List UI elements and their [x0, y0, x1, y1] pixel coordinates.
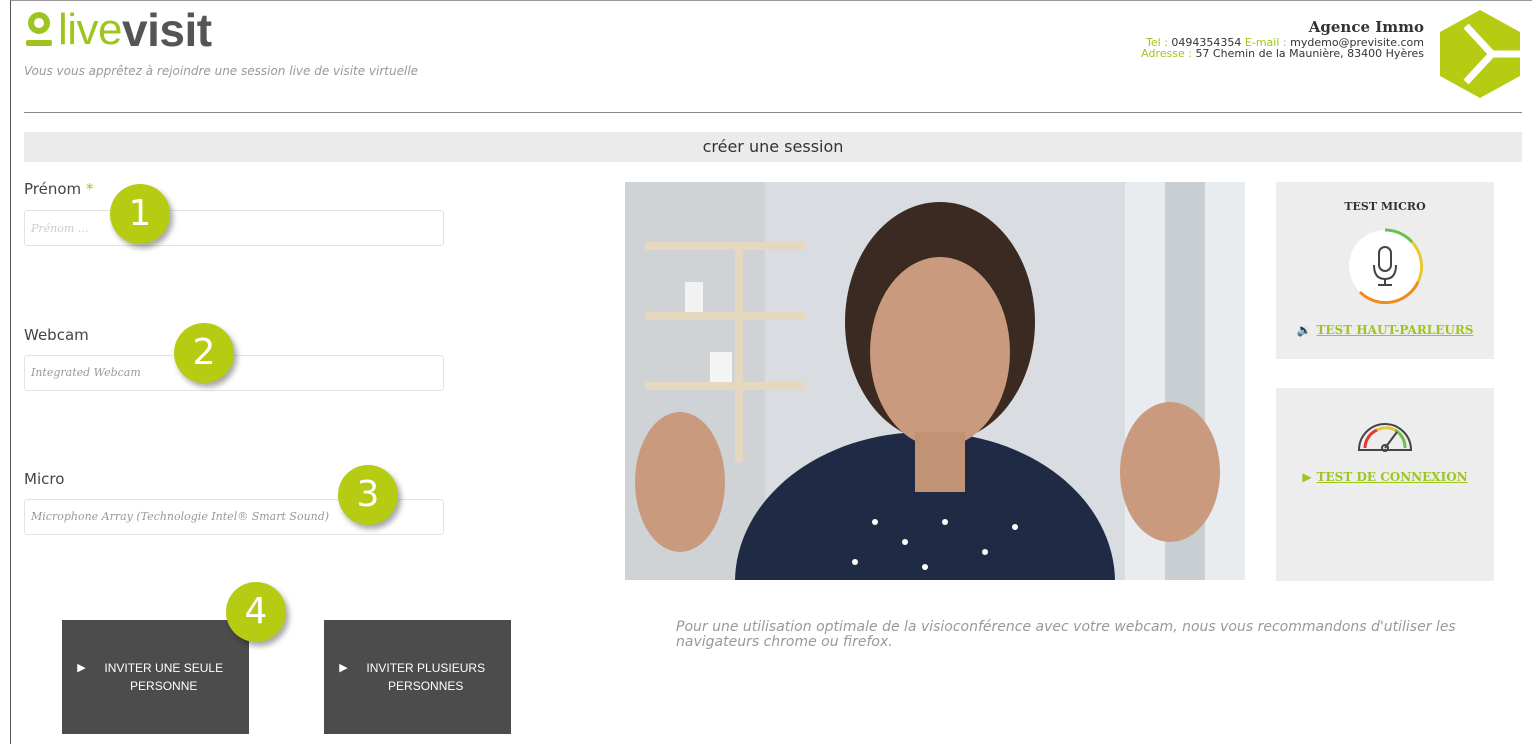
mic-test-panel: TEST MICRO 🔉 TEST HAUT-PARLEURS — [1276, 182, 1494, 359]
address-label: Adresse : — [1141, 47, 1192, 60]
microphone-icon[interactable] — [1346, 227, 1424, 305]
test-speakers-link[interactable]: 🔉 TEST HAUT-PARLEURS — [1276, 323, 1494, 337]
speedometer-icon — [1357, 423, 1413, 452]
invite-multiple-button[interactable]: ▶ INVITER PLUSIEURS PERSONNES — [324, 620, 511, 734]
agency-hexagon-logo — [1440, 10, 1520, 98]
step-badge-1: 1 — [110, 184, 170, 244]
mic-test-title: TEST MICRO — [1344, 200, 1426, 213]
step-badge-4: 4 — [226, 582, 286, 642]
header-divider — [24, 112, 1522, 113]
agency-name: Agence Immo — [1308, 18, 1424, 36]
firstname-input[interactable] — [24, 210, 444, 246]
connection-test-panel: ▶ TEST DE CONNEXION — [1276, 388, 1494, 581]
micro-label: Micro — [24, 470, 65, 488]
play-icon: ▶ — [77, 662, 86, 674]
logo-pin-icon — [24, 10, 54, 50]
webcam-label: Webcam — [24, 326, 89, 344]
session-title-bar: créer une session — [24, 132, 1522, 162]
logo-text-live: live — [58, 5, 123, 54]
step-badge-2: 2 — [174, 323, 234, 383]
webcam-select[interactable]: Integrated Webcam — [24, 355, 444, 391]
play-icon: ▶ — [1302, 470, 1312, 484]
firstname-label: Prénom * — [24, 180, 94, 198]
address-value: 57 Chemin de la Maunière, 83400 Hyères — [1195, 47, 1424, 60]
test-connection-link[interactable]: ▶ TEST DE CONNEXION — [1276, 470, 1494, 484]
agency-info: Agence Immo Tel : 0494354354 E-mail : my… — [1141, 18, 1424, 60]
play-icon: ▶ — [339, 662, 348, 674]
logo-text-visit: visit — [122, 4, 212, 56]
invite-single-button[interactable]: ▶ INVITER UNE SEULE PERSONNE — [62, 620, 249, 734]
tagline: Vous vous apprêtez à rejoindre une sessi… — [24, 64, 419, 78]
webcam-preview-image — [625, 182, 1245, 580]
webcam-preview — [625, 182, 1245, 580]
step-badge-3: 3 — [338, 465, 398, 525]
browser-notice: Pour une utilisation optimale de la visi… — [676, 619, 1456, 650]
speaker-icon: 🔉 — [1296, 323, 1312, 337]
required-asterisk: * — [85, 180, 94, 198]
livevisit-logo: live visit — [24, 4, 212, 56]
